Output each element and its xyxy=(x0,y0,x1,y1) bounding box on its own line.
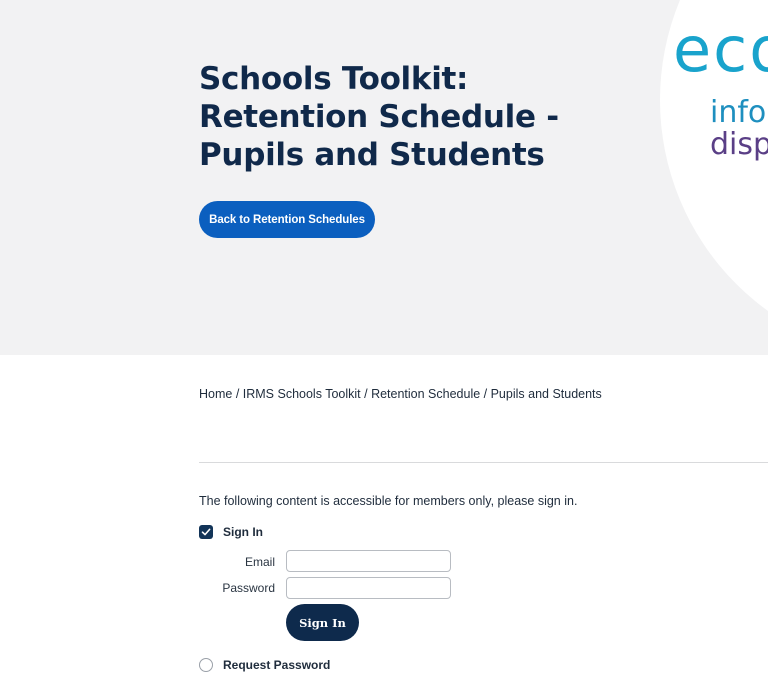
members-only-notice: The following content is accessible for … xyxy=(199,494,578,508)
breadcrumb-current-page: Pupils and Students xyxy=(490,387,602,401)
checkbox-checked-icon[interactable] xyxy=(199,525,213,539)
logo-wordmark-line1: info xyxy=(710,95,767,130)
breadcrumb-toolkit-link[interactable]: IRMS Schools Toolkit xyxy=(243,387,361,401)
request-password-toggle[interactable]: Request Password xyxy=(199,657,330,673)
password-field[interactable] xyxy=(286,577,451,599)
sign-in-toggle[interactable]: Sign In xyxy=(199,524,263,540)
request-password-label: Request Password xyxy=(223,658,331,672)
breadcrumb-retention-schedule-link[interactable]: Retention Schedule xyxy=(371,387,480,401)
radio-unchecked-icon[interactable] xyxy=(199,658,213,672)
breadcrumb-home-link[interactable]: Home xyxy=(199,387,232,401)
email-label: Email xyxy=(244,555,275,569)
password-label: Password xyxy=(222,581,275,595)
logo-wordmark-line2: disp xyxy=(710,127,768,162)
breadcrumb-separator: / xyxy=(232,387,243,401)
logo-wordmark-large: eco xyxy=(673,13,768,86)
checkmark-icon xyxy=(201,528,211,536)
hero-banner: Schools Toolkit: Retention Schedule - Pu… xyxy=(0,0,768,355)
back-to-retention-schedules-button[interactable]: Back to Retention Schedules xyxy=(199,201,375,238)
email-field[interactable] xyxy=(286,550,451,572)
sign-in-button[interactable]: Sign In xyxy=(286,604,359,641)
brand-logo: eco info disp xyxy=(660,0,768,355)
section-divider xyxy=(199,462,768,463)
breadcrumb-separator: / xyxy=(360,387,372,401)
breadcrumb: Home / IRMS Schools Toolkit / Retention … xyxy=(199,387,602,401)
sign-in-toggle-label: Sign In xyxy=(223,525,263,539)
page-title: Schools Toolkit: Retention Schedule - Pu… xyxy=(199,61,559,173)
breadcrumb-separator: / xyxy=(480,387,491,401)
